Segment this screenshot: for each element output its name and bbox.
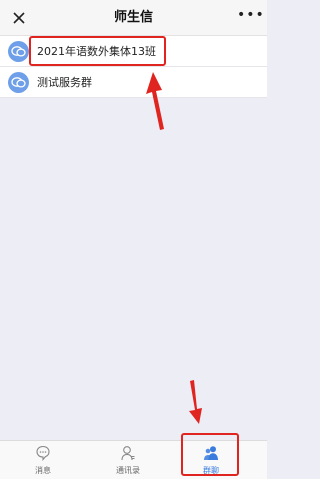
- tab-contacts[interactable]: 通讯录: [98, 441, 158, 479]
- message-icon: [36, 445, 50, 461]
- tab-groups[interactable]: 群聊: [181, 441, 241, 479]
- group-chat-icon: [8, 72, 29, 93]
- app-header: 师生信 •••: [0, 0, 267, 36]
- page-title: 师生信: [113, 10, 153, 25]
- annotation-arrow-down: [189, 380, 202, 424]
- group-name: 测试服务群: [37, 76, 92, 89]
- tab-label: 消息: [35, 466, 51, 475]
- group-chat-icon: [8, 41, 29, 62]
- tab-messages[interactable]: 消息: [13, 441, 73, 479]
- tab-label: 通讯录: [116, 466, 140, 475]
- more-icon[interactable]: •••: [237, 8, 264, 26]
- group-icon: [204, 446, 218, 460]
- group-item[interactable]: 2021年语数外集体13班: [0, 36, 267, 67]
- group-item[interactable]: 测试服务群: [0, 67, 267, 98]
- tab-bar: 消息 通讯录 群聊: [0, 440, 267, 479]
- group-name: 2021年语数外集体13班: [37, 45, 156, 58]
- group-list: 2021年语数外集体13班 测试服务群: [0, 36, 267, 98]
- contacts-icon: [121, 446, 135, 461]
- tab-label: 群聊: [203, 466, 219, 475]
